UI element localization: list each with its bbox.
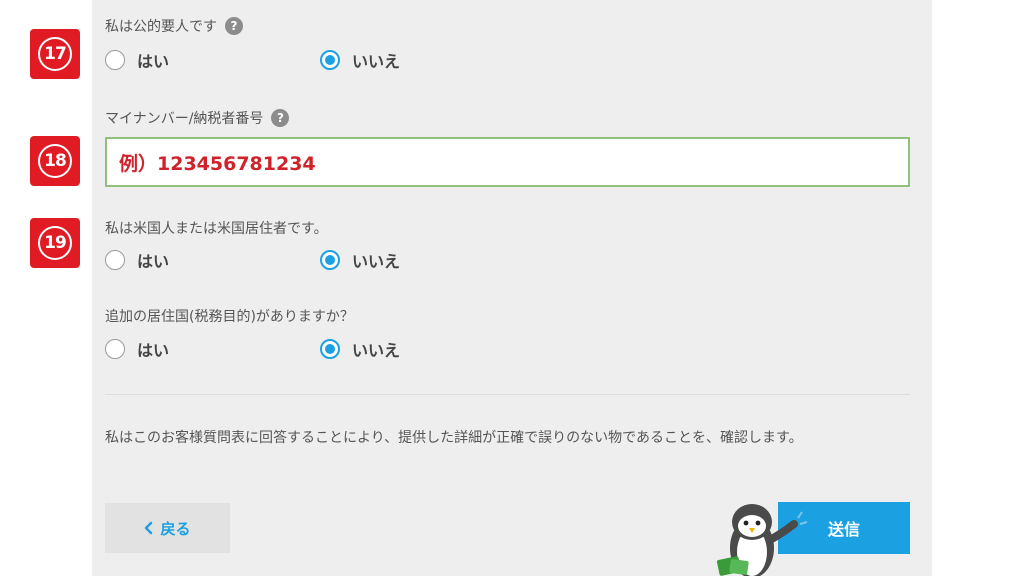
radio-circle[interactable] [105,50,125,70]
badge-number: 17 [38,37,72,71]
additional-residence-question: 追加の居住国(税務目的)がありますか？ [105,306,354,326]
additional-residence-no-radio[interactable]: いいえ [320,337,400,361]
question-label: 私は米国人または米国居住者です。 [105,221,328,237]
question-label: 追加の居住国(税務目的)がありますか？ [105,309,354,325]
radio-circle[interactable] [320,50,340,70]
radio-circle[interactable] [105,250,125,270]
tax-number-input[interactable]: 例）123456781234 [105,137,910,187]
additional-residence-yes-radio[interactable]: はい [105,337,169,361]
radio-circle[interactable] [320,339,340,359]
badge-number: 19 [38,226,72,260]
radio-label: いいえ [352,252,401,271]
radio-circle[interactable] [105,339,125,359]
step-badge-19: 19 [30,218,80,268]
question-circle-icon[interactable]: ? [225,17,243,35]
form-panel [92,0,932,576]
badge-number: 18 [38,144,72,178]
public-official-question: 私は公的要人です ? [105,16,243,36]
question-label: マイナンバー/納税者番号 [105,111,264,127]
radio-label: はい [137,252,170,271]
back-button-label: 戻る [160,519,191,538]
question-label: 私は公的要人です [105,19,217,35]
penguin-mascot-illustration [716,504,808,576]
send-button-label: 送信 [827,520,860,539]
radio-label: はい [137,341,170,360]
tax-number-value: 例）123456781234 [119,152,316,175]
public-official-no-radio[interactable]: いいえ [320,48,400,72]
us-person-yes-radio[interactable]: はい [105,248,169,272]
radio-circle[interactable] [320,250,340,270]
radio-label: はい [137,52,170,71]
radio-label: いいえ [352,341,401,360]
public-official-yes-radio[interactable]: はい [105,48,169,72]
back-button[interactable]: 戻る [105,503,230,553]
question-circle-icon[interactable]: ? [271,109,290,127]
radio-label: いいえ [352,52,401,71]
tax-number-question: マイナンバー/納税者番号 ? [105,108,290,128]
section-divider [105,394,910,395]
chevron-left-icon [145,521,153,535]
us-person-no-radio[interactable]: いいえ [320,248,400,272]
us-person-question: 私は米国人または米国居住者です。 [105,218,328,238]
confirmation-text: 私はこのお客様質問表に回答することにより、提供した詳細が正確で誤りのない物である… [105,430,803,446]
step-badge-17: 17 [30,29,80,79]
step-badge-18: 18 [30,136,80,186]
